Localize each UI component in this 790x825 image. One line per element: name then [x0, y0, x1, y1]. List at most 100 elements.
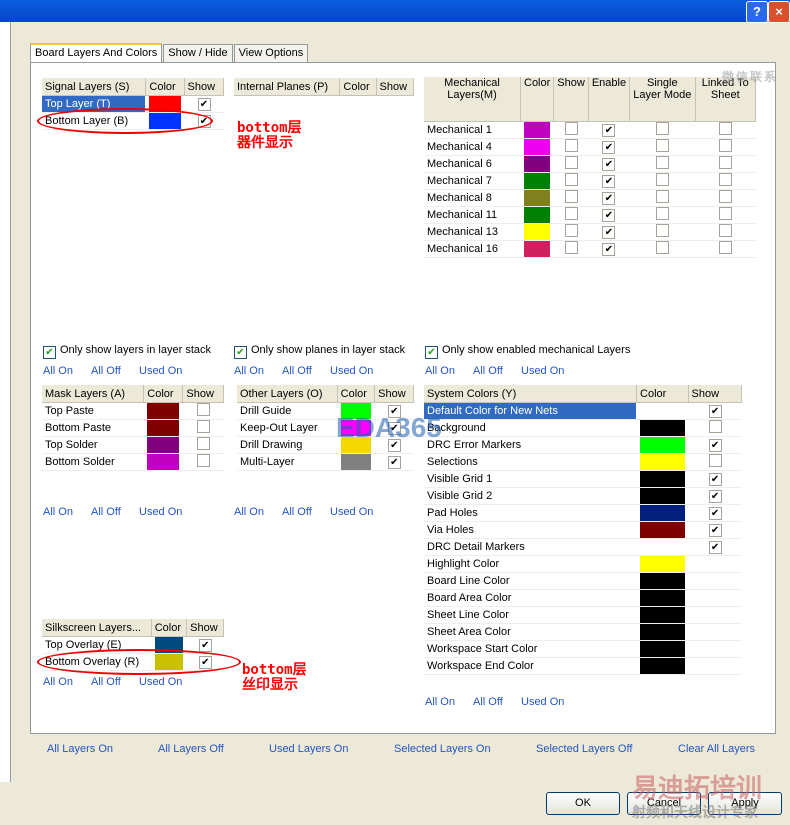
show-checkbox[interactable]: ✔ [197, 97, 211, 111]
color-swatch[interactable] [519, 223, 555, 241]
all-on-link[interactable]: All On [425, 696, 455, 708]
used-on-link[interactable]: Used On [139, 676, 182, 688]
color-swatch[interactable] [143, 453, 184, 471]
show-checkbox[interactable] [708, 420, 722, 433]
linked-sheet-checkbox[interactable] [718, 224, 732, 237]
linked-sheet-checkbox[interactable] [718, 173, 732, 186]
bottom-link[interactable]: Clear All Layers [678, 743, 755, 755]
show-checkbox[interactable]: ✔ [198, 638, 212, 652]
column-header[interactable]: Show [688, 385, 743, 403]
layer-row[interactable]: Top Solder [42, 436, 224, 454]
linked-sheet-checkbox[interactable] [718, 156, 732, 169]
linked-sheet-checkbox[interactable] [718, 190, 732, 203]
layer-row[interactable]: Highlight Color [424, 555, 742, 573]
all-on-link[interactable]: All On [43, 676, 73, 688]
color-swatch[interactable] [519, 206, 555, 224]
show-checkbox[interactable]: ✔ [708, 438, 722, 452]
single-layer-checkbox[interactable] [655, 224, 669, 237]
linked-sheet-checkbox[interactable] [718, 122, 732, 135]
only-show-layers-checkbox[interactable]: ✔ Only show layers in layer stack [43, 344, 211, 359]
show-checkbox[interactable]: ✔ [708, 489, 722, 503]
layer-row[interactable]: Visible Grid 2 ✔ [424, 487, 742, 505]
show-checkbox[interactable]: ✔ [708, 506, 722, 520]
color-swatch[interactable] [519, 138, 555, 156]
color-swatch[interactable] [143, 402, 184, 420]
bottom-link[interactable]: Selected Layers Off [536, 743, 632, 755]
show-checkbox[interactable] [564, 207, 578, 220]
layer-row[interactable]: Workspace End Color [424, 657, 742, 675]
enable-checkbox[interactable]: ✔ [602, 140, 616, 154]
enable-checkbox[interactable]: ✔ [602, 157, 616, 171]
color-swatch[interactable] [636, 623, 689, 641]
enable-checkbox[interactable]: ✔ [602, 174, 616, 188]
layer-row[interactable]: Default Color for New Nets ✔ [424, 402, 742, 420]
color-swatch[interactable] [636, 555, 689, 573]
layer-row[interactable]: Mechanical 8 ✔ [424, 189, 756, 207]
layer-row[interactable]: Visible Grid 1 ✔ [424, 470, 742, 488]
single-layer-checkbox[interactable] [655, 122, 669, 135]
show-checkbox[interactable] [708, 454, 722, 467]
layer-row[interactable]: Mechanical 4 ✔ [424, 138, 756, 156]
color-swatch[interactable] [636, 487, 689, 505]
single-layer-checkbox[interactable] [655, 190, 669, 203]
linked-sheet-checkbox[interactable] [718, 207, 732, 220]
layer-row[interactable]: Mechanical 16 ✔ [424, 240, 756, 258]
color-swatch[interactable] [519, 155, 555, 173]
all-off-link[interactable]: All Off [282, 506, 312, 518]
show-checkbox[interactable] [196, 437, 210, 450]
help-button[interactable]: ? [746, 1, 768, 23]
used-on-link[interactable]: Used On [521, 365, 564, 377]
show-checkbox[interactable] [564, 190, 578, 203]
color-swatch[interactable] [519, 121, 555, 139]
column-header[interactable]: Mechanical Layers(M) [424, 77, 521, 122]
layer-row[interactable]: Mechanical 11 ✔ [424, 206, 756, 224]
column-header[interactable]: Color [520, 77, 555, 122]
single-layer-checkbox[interactable] [655, 241, 669, 254]
only-show-planes-checkbox[interactable]: ✔ Only show planes in layer stack [234, 344, 405, 359]
column-header[interactable]: Color [339, 78, 377, 96]
close-button[interactable]: × [768, 1, 790, 23]
layer-row[interactable]: DRC Detail Markers ✔ [424, 538, 742, 556]
column-header[interactable]: Show [186, 619, 224, 637]
column-header[interactable]: Enable [588, 77, 631, 122]
layer-row[interactable]: Bottom Paste [42, 419, 224, 437]
show-checkbox[interactable] [564, 122, 578, 135]
linked-sheet-checkbox[interactable] [718, 139, 732, 152]
show-checkbox[interactable] [196, 403, 210, 416]
column-header[interactable]: Color [337, 385, 376, 403]
show-checkbox[interactable] [564, 241, 578, 254]
enable-checkbox[interactable]: ✔ [602, 242, 616, 256]
column-header[interactable]: Color [145, 78, 185, 96]
column-header[interactable]: Other Layers (O) [237, 385, 338, 403]
column-header[interactable]: Mask Layers (A) [42, 385, 145, 403]
layer-row[interactable]: Mechanical 13 ✔ [424, 223, 756, 241]
show-checkbox[interactable]: ✔ [708, 523, 722, 537]
column-header[interactable]: Silkscreen Layers... [42, 619, 152, 637]
show-checkbox[interactable] [196, 420, 210, 433]
color-swatch[interactable] [636, 436, 689, 454]
column-header[interactable]: Show [553, 77, 589, 122]
single-layer-checkbox[interactable] [655, 173, 669, 186]
column-header[interactable]: Color [636, 385, 689, 403]
layer-row[interactable]: Sheet Line Color [424, 606, 742, 624]
bottom-link[interactable]: Used Layers On [269, 743, 348, 755]
show-checkbox[interactable]: ✔ [708, 472, 722, 486]
column-header[interactable]: Show [182, 385, 224, 403]
column-header[interactable]: Show [376, 78, 415, 96]
layer-row[interactable]: Sheet Area Color [424, 623, 742, 641]
single-layer-checkbox[interactable] [655, 156, 669, 169]
all-off-link[interactable]: All Off [282, 365, 312, 377]
column-header[interactable]: Color [151, 619, 188, 637]
column-header[interactable]: Show [374, 385, 414, 403]
single-layer-checkbox[interactable] [655, 207, 669, 220]
column-header[interactable]: Color [143, 385, 184, 403]
enable-checkbox[interactable]: ✔ [602, 123, 616, 137]
ok-button[interactable]: OK [546, 792, 620, 815]
color-swatch[interactable] [636, 419, 689, 437]
used-on-link[interactable]: Used On [139, 365, 182, 377]
layer-row[interactable]: Pad Holes ✔ [424, 504, 742, 522]
layer-row[interactable]: Mechanical 1 ✔ [424, 121, 756, 139]
single-layer-checkbox[interactable] [655, 139, 669, 152]
column-header[interactable]: Signal Layers (S) [42, 78, 147, 96]
only-show-mech-checkbox[interactable]: ✔ Only show enabled mechanical Layers [425, 344, 630, 359]
